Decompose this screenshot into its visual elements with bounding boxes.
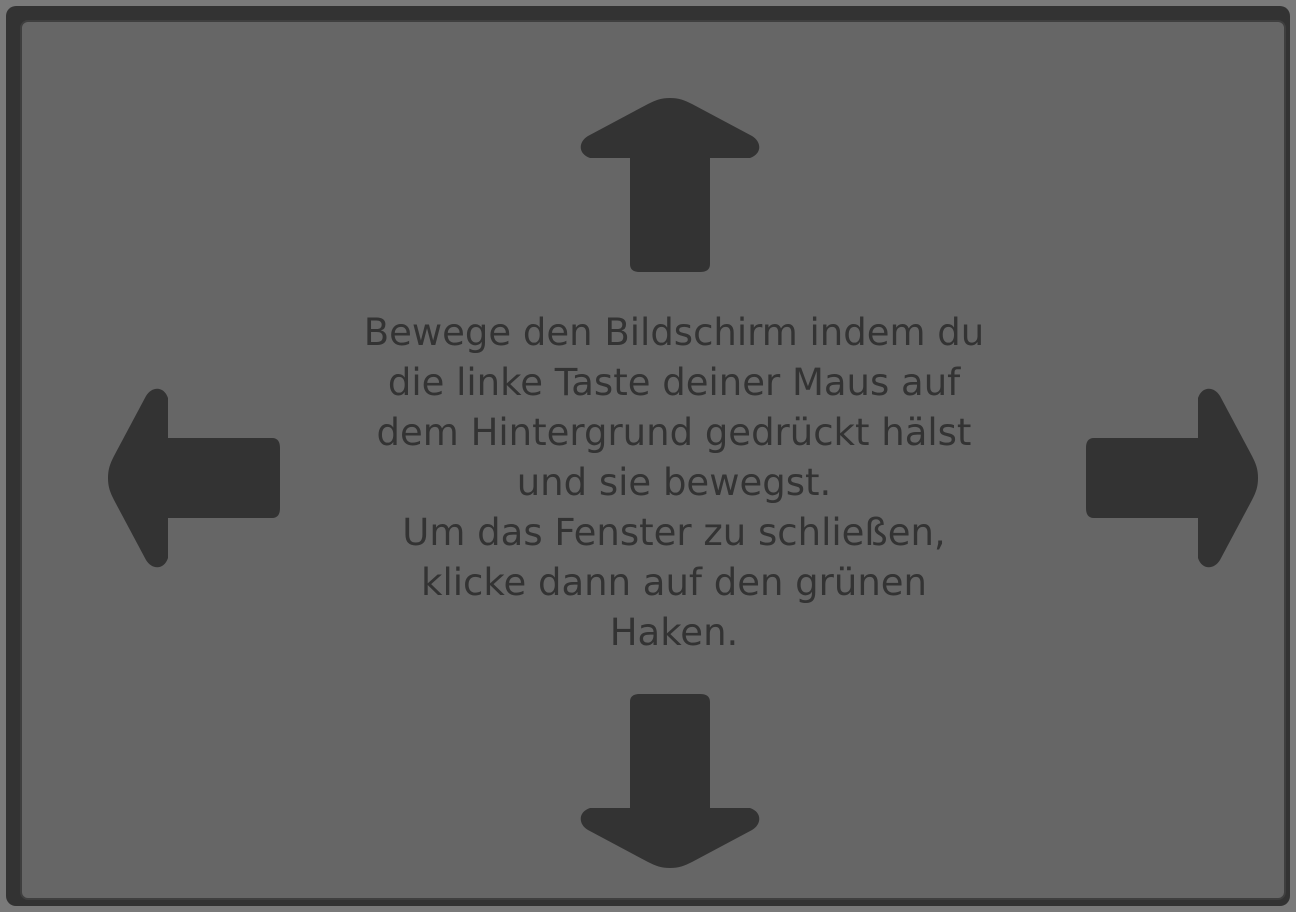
arrow-up-icon — [576, 96, 764, 274]
instructions-line: die linke Taste deiner Maus auf — [387, 361, 961, 404]
help-overlay-frame: Bewege den Bildschirm indem du die linke… — [6, 6, 1290, 906]
instructions-line: dem Hintergrund gedrückt hälst — [376, 411, 972, 454]
instructions-line: Um das Fenster zu schließen, — [402, 511, 946, 554]
instructions-line: Haken. — [609, 611, 739, 654]
instructions-text: Bewege den Bildschirm indem du die linke… — [324, 308, 1024, 658]
arrow-right-icon — [1084, 384, 1260, 572]
instructions-line: Bewege den Bildschirm indem du — [363, 311, 985, 354]
arrow-down-icon — [576, 692, 764, 870]
instructions-line: klicke dann auf den grünen — [421, 561, 927, 604]
help-panel[interactable]: Bewege den Bildschirm indem du die linke… — [20, 20, 1286, 900]
arrow-left-icon — [106, 384, 282, 572]
instructions-line: und sie bewegst. — [516, 461, 832, 504]
